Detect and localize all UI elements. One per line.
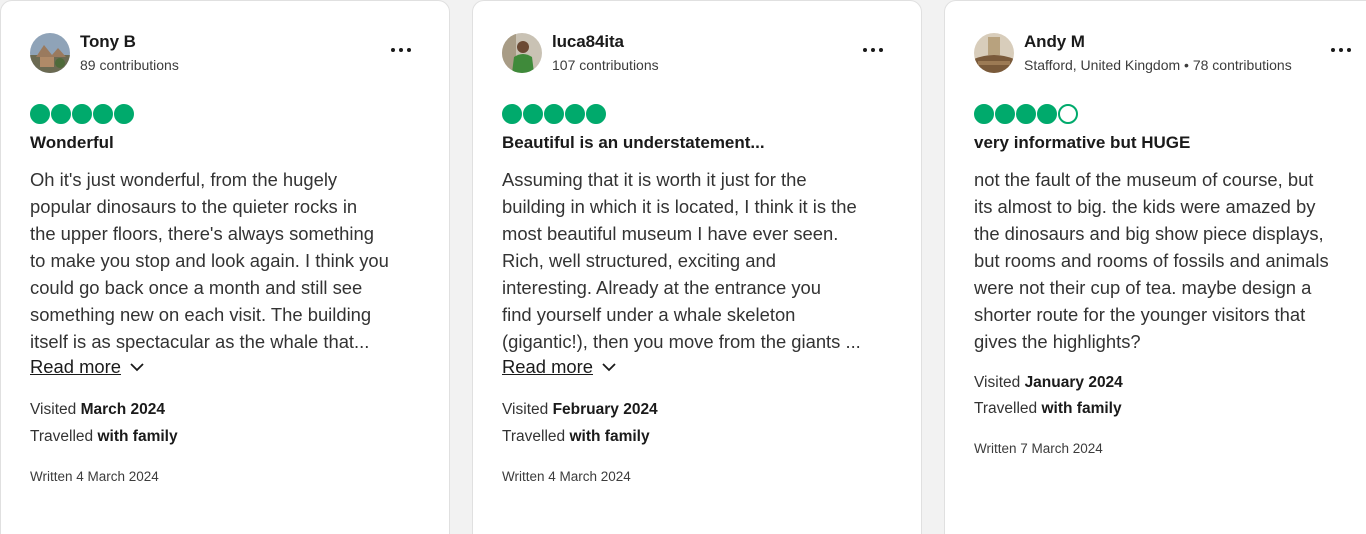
review-card: luca84ita 107 contributions Beautiful is… (472, 0, 922, 534)
review-body-line: the dinosaurs and big show piece display… (974, 223, 1324, 244)
rating-bubble-icon (72, 104, 92, 124)
rating-bubble-icon (93, 104, 113, 124)
read-more-label: Read more (30, 356, 121, 377)
review-body-line: but rooms and rooms of fossils and anima… (974, 250, 1329, 271)
rating-bubble-icon (544, 104, 564, 124)
trip-type: Travelled with family (30, 428, 178, 446)
review-body-line: to make you stop and look again. I think… (30, 250, 389, 271)
bubble-rating (974, 104, 1078, 124)
travelled-label: Travelled (974, 400, 1038, 417)
review-title[interactable]: Wonderful (30, 133, 429, 153)
rating-bubble-icon (974, 104, 994, 124)
review-card: Tony B 89 contributions Wonderful Oh it'… (0, 0, 450, 534)
visited-value: February 2024 (552, 401, 658, 418)
review-body-line: Rich, well structured, exciting and (502, 250, 776, 271)
visited-value: January 2024 (1024, 374, 1123, 391)
review-body: Assuming that it is worth it just for th… (502, 166, 898, 355)
travelled-value: with family (569, 428, 650, 445)
review-body-line: interesting. Already at the entrance you (502, 277, 821, 298)
rating-bubble-icon (114, 104, 134, 124)
review-body-line: building in which it is located, I think… (502, 196, 857, 217)
review-body: Oh it's just wonderful, from the hugely … (30, 166, 426, 355)
written-date: Written 7 March 2024 (974, 441, 1103, 456)
review-body-line: most beautiful museum I have ever seen. (502, 223, 839, 244)
rating-bubble-icon (502, 104, 522, 124)
review-body-line: something new on each visit. The buildin… (30, 304, 372, 325)
bubble-rating (502, 104, 606, 124)
review-title[interactable]: Beautiful is an understatement... (502, 133, 901, 153)
review-body-line: itself is as spectacular as the whale th… (30, 331, 370, 352)
rating-bubble-icon (51, 104, 71, 124)
review-card: Andy M Stafford, United Kingdom • 78 con… (944, 0, 1366, 534)
rating-bubble-icon (30, 104, 50, 124)
rating-bubble-icon (1037, 104, 1057, 124)
more-options-icon[interactable] (863, 40, 883, 60)
rating-bubble-icon (523, 104, 543, 124)
rating-bubble-icon (995, 104, 1015, 124)
reviewer-contributions: 107 contributions (552, 57, 659, 73)
chevron-down-icon (602, 363, 616, 372)
visited-date: Visited March 2024 (30, 401, 165, 419)
avatar[interactable] (30, 33, 70, 73)
review-title[interactable]: very informative but HUGE (974, 133, 1363, 153)
visited-label: Visited (30, 401, 77, 418)
visited-date: Visited January 2024 (974, 374, 1123, 392)
trip-type: Travelled with family (974, 400, 1122, 418)
reviewer-name[interactable]: Tony B (80, 32, 136, 52)
rating-bubble-icon (565, 104, 585, 124)
more-options-icon[interactable] (1331, 40, 1351, 60)
review-body-line: popular dinosaurs to the quieter rocks i… (30, 196, 358, 217)
visited-date: Visited February 2024 (502, 401, 658, 419)
review-body-line: (gigantic!), then you move from the gian… (502, 331, 861, 352)
travelled-label: Travelled (30, 428, 94, 445)
more-options-icon[interactable] (391, 40, 411, 60)
reviewer-name[interactable]: Andy M (1024, 32, 1085, 52)
review-cards: Tony B 89 contributions Wonderful Oh it'… (0, 0, 1366, 534)
reviewer-name[interactable]: luca84ita (552, 32, 624, 52)
review-body-line: the upper floors, there's always somethi… (30, 223, 374, 244)
reviewer-contributions: 89 contributions (80, 57, 179, 73)
review-body-line: Assuming that it is worth it just for th… (502, 169, 807, 190)
trip-type: Travelled with family (502, 428, 650, 446)
written-date: Written 4 March 2024 (30, 469, 159, 484)
rating-bubble-icon (586, 104, 606, 124)
rating-bubble-icon (1016, 104, 1036, 124)
avatar[interactable] (974, 33, 1014, 73)
review-header: Andy M Stafford, United Kingdom • 78 con… (974, 32, 1363, 76)
review-body-line: could go back once a month and still see (30, 277, 363, 298)
travelled-label: Travelled (502, 428, 566, 445)
bubble-rating (30, 104, 134, 124)
visited-label: Visited (974, 374, 1021, 391)
read-more-label: Read more (502, 356, 593, 377)
review-body-line: find yourself under a whale skeleton (502, 304, 796, 325)
rating-bubble-empty-icon (1058, 104, 1078, 124)
review-body-line: Oh it's just wonderful, from the hugely (30, 169, 338, 190)
travelled-value: with family (1041, 400, 1122, 417)
reviewer-location-contributions: Stafford, United Kingdom • 78 contributi… (1024, 57, 1292, 73)
review-body-line: not the fault of the museum of course, b… (974, 169, 1314, 190)
review-body: not the fault of the museum of course, b… (974, 166, 1366, 355)
review-header: luca84ita 107 contributions (502, 32, 901, 76)
travelled-value: with family (97, 428, 178, 445)
written-date: Written 4 March 2024 (502, 469, 631, 484)
review-header: Tony B 89 contributions (30, 32, 429, 76)
chevron-down-icon (130, 363, 144, 372)
review-body-line: its almost to big. the kids were amazed … (974, 196, 1316, 217)
read-more-button[interactable]: Read more (502, 356, 617, 378)
avatar[interactable] (502, 33, 542, 73)
visited-value: March 2024 (80, 401, 166, 418)
read-more-button[interactable]: Read more (30, 356, 145, 378)
review-body-line: shorter route for the younger visitors t… (974, 304, 1306, 325)
review-body-line: were not their cup of tea. maybe design … (974, 277, 1312, 298)
review-body-line: gives the highlights? (974, 331, 1141, 352)
visited-label: Visited (502, 401, 549, 418)
